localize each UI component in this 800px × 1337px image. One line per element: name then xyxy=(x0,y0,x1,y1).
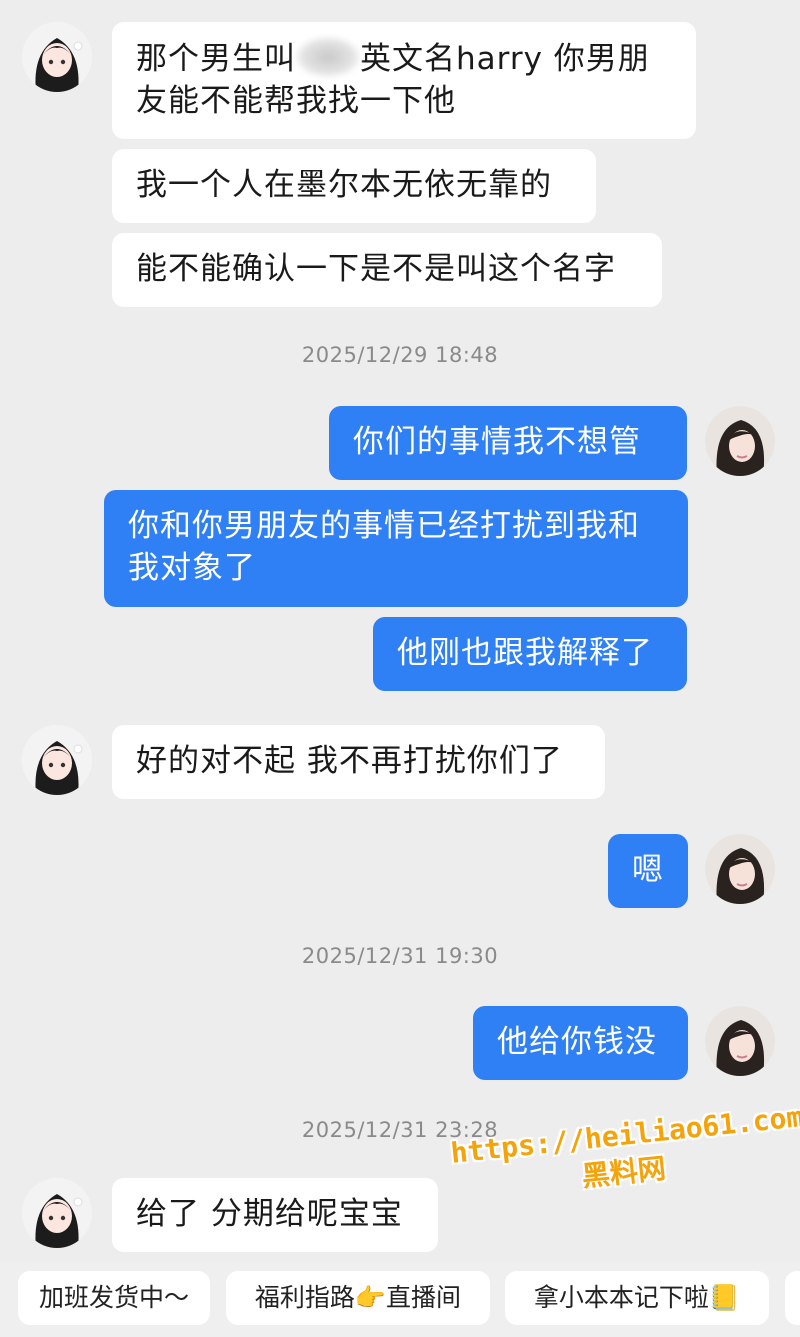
message-text: 好的对不起 我不再打扰你们了 xyxy=(136,743,563,779)
message-text: 友能不能帮我找一下他 xyxy=(136,83,456,119)
contact-avatar[interactable] xyxy=(22,22,92,92)
message-bubble-outgoing[interactable]: 嗯 xyxy=(608,834,688,908)
watermark: https://heiliao61.com 黑料网 xyxy=(449,1100,800,1209)
message-text: 能不能确认一下是不是叫这个名字 xyxy=(136,251,616,287)
message-bubble-incoming[interactable]: 能不能确认一下是不是叫这个名字 xyxy=(112,233,662,307)
message-bubble-outgoing[interactable]: 他刚也跟我解释了 xyxy=(373,617,687,691)
timestamp: 2025/12/29 18:48 xyxy=(301,343,499,367)
message-text: 你们的事情我不想管 xyxy=(353,424,641,460)
message-bubble-outgoing[interactable]: 他给你钱没 xyxy=(473,1006,688,1080)
message-text: 他给你钱没 xyxy=(497,1024,657,1060)
contact-avatar[interactable] xyxy=(22,725,92,795)
message-bubble-outgoing[interactable]: 你们的事情我不想管 xyxy=(329,406,687,480)
message-text: 英文名harry 你男朋 xyxy=(360,41,650,77)
message-bubble-incoming[interactable]: 我一个人在墨尔本无依无靠的 xyxy=(112,149,596,223)
quick-reply-chip[interactable]: 加班发货中～ xyxy=(18,1271,210,1325)
message-text: 你和你男朋友的事情已经打扰到我和 xyxy=(128,508,640,544)
message-text: 给了 分期给呢宝宝 xyxy=(136,1196,403,1232)
quick-reply-chip[interactable]: 福利指路👉直播间 xyxy=(226,1271,490,1325)
timestamp: 2025/12/31 19:30 xyxy=(301,944,499,968)
self-avatar[interactable] xyxy=(705,1006,775,1076)
message-text: 我一个人在墨尔本无依无靠的 xyxy=(136,167,552,203)
blurred-name xyxy=(296,37,360,77)
message-bubble-incoming[interactable]: 给了 分期给呢宝宝 xyxy=(112,1178,438,1252)
message-bubble-incoming[interactable]: 那个男生叫 英文名harry 你男朋 友能不能帮我找一下他 xyxy=(112,22,696,139)
quick-reply-bar: 加班发货中～ 福利指路👉直播间 拿小本本记下啦📒 xyxy=(0,1262,800,1337)
contact-avatar[interactable] xyxy=(22,1178,92,1248)
message-bubble-outgoing[interactable]: 你和你男朋友的事情已经打扰到我和 我对象了 xyxy=(104,490,688,607)
message-text: 他刚也跟我解释了 xyxy=(397,635,653,671)
quick-reply-chip[interactable]: 拿小本本记下啦📒 xyxy=(505,1271,769,1325)
self-avatar[interactable] xyxy=(705,406,775,476)
message-text: 我对象了 xyxy=(128,550,256,586)
message-text: 那个男生叫 xyxy=(136,41,296,77)
message-bubble-incoming[interactable]: 好的对不起 我不再打扰你们了 xyxy=(112,725,605,799)
quick-reply-chip-partial[interactable] xyxy=(785,1271,800,1325)
message-text: 嗯 xyxy=(632,852,664,888)
self-avatar[interactable] xyxy=(705,834,775,904)
